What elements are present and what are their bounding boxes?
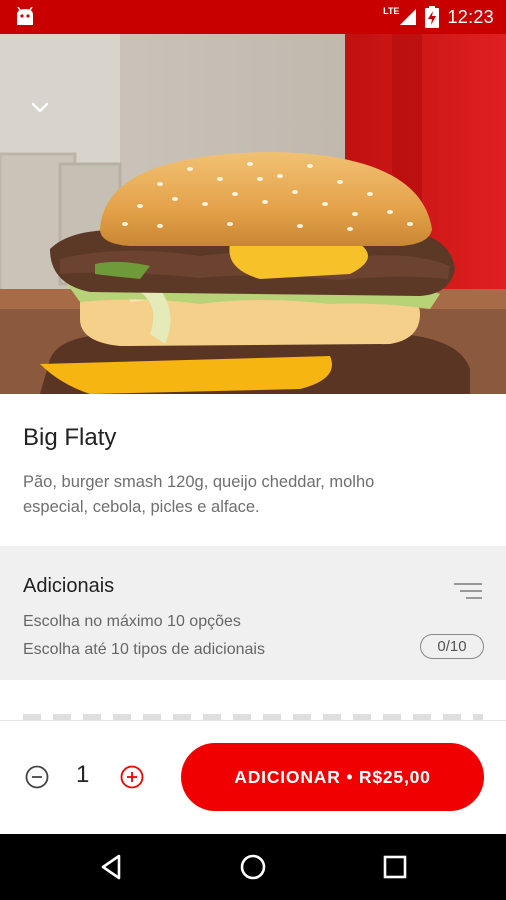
home-circle-icon[interactable] xyxy=(238,852,268,882)
recents-square-icon[interactable] xyxy=(380,852,410,882)
chevron-down-icon xyxy=(31,102,49,113)
system-navigation-bar xyxy=(0,834,506,900)
addons-max-options: Escolha no máximo 10 opções xyxy=(23,613,241,630)
addons-section[interactable]: Adicionais Escolha no máximo 10 opções E… xyxy=(0,546,506,680)
android-notification-icon xyxy=(17,7,33,25)
product-image xyxy=(0,34,506,394)
addons-title: Adicionais xyxy=(23,575,115,597)
status-time: 12:23 xyxy=(447,6,494,27)
product-description: Pão, burger smash 120g, queijo cheddar, … xyxy=(23,470,483,520)
status-bar: LTE 12:23 xyxy=(0,0,506,34)
filter-lines-icon[interactable] xyxy=(454,582,482,600)
network-type-label: LTE xyxy=(383,5,400,16)
plus-circle-icon[interactable] xyxy=(120,765,144,789)
minus-circle-icon[interactable] xyxy=(25,765,49,789)
add-to-cart-button[interactable]: ADICIONAR • R$25,00 xyxy=(181,743,484,811)
product-description-line: Pão, burger smash 120g, queijo cheddar, … xyxy=(23,473,375,491)
product-description-line: especial, cebola, picles e alface. xyxy=(23,498,260,516)
bottom-action-bar: 1 ADICIONAR • R$25,00 xyxy=(0,720,506,834)
addons-max-types: Escolha até 10 tipos de adicionais xyxy=(23,641,265,658)
addon-list-partial xyxy=(0,680,506,720)
product-info: Big Flaty Pão, burger smash 120g, queijo… xyxy=(0,394,506,546)
collapse-button[interactable] xyxy=(24,92,56,124)
signal-icon xyxy=(400,9,417,25)
addons-counter-badge: 0/10 xyxy=(420,634,484,659)
product-title: Big Flaty xyxy=(23,424,117,451)
quantity-value: 1 xyxy=(76,761,90,788)
back-triangle-icon[interactable] xyxy=(97,852,127,882)
battery-charging-icon xyxy=(425,6,440,28)
burger-photo xyxy=(0,34,506,394)
